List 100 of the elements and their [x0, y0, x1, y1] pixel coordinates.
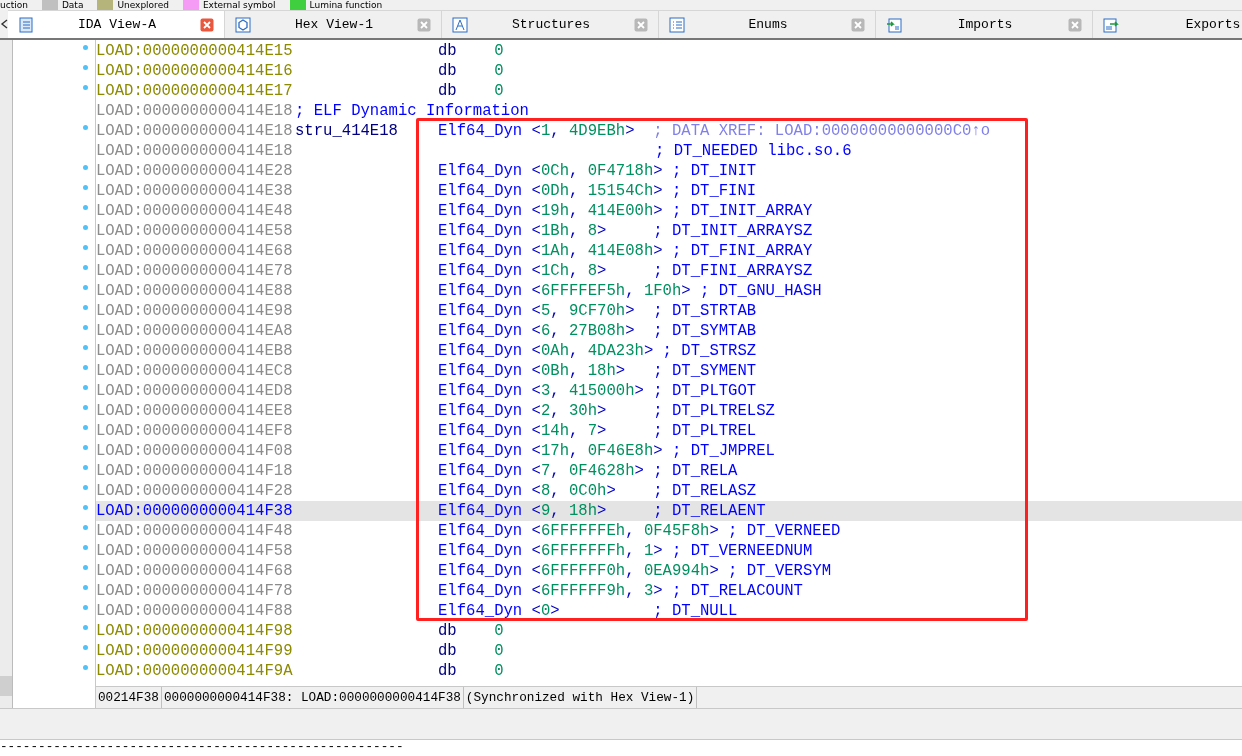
tab[interactable]: Enums	[659, 10, 876, 38]
tab[interactable]: Imports	[876, 10, 1093, 38]
operand: 0	[494, 82, 505, 100]
mnemonic: Elf64_Dyn	[438, 442, 523, 460]
address: LOAD:0000000000414F88	[96, 602, 294, 620]
comment: ; DT_SYMENT	[653, 362, 757, 380]
address: LOAD:0000000000414E28	[96, 162, 294, 180]
mnemonic: db	[438, 622, 458, 640]
comment: ; DT_JMPREL	[671, 442, 775, 460]
output-text: -----------------------------------------------------	[0, 740, 404, 754]
legend-label: uction	[0, 0, 28, 10]
operand: <3, 415000h>	[531, 382, 644, 400]
mnemonic: Elf64_Dyn	[438, 582, 523, 600]
import-icon	[886, 16, 902, 33]
mnemonic: db	[438, 642, 458, 660]
legend-label: External symbol	[202, 0, 276, 10]
operand: <0Ah, 4DA23h>	[531, 342, 654, 360]
address: LOAD:0000000000414F78	[96, 582, 294, 600]
legend-label: Data	[61, 0, 84, 10]
address: LOAD:0000000000414F58	[96, 542, 294, 560]
close-icon[interactable]	[417, 17, 431, 32]
close-icon[interactable]	[851, 17, 865, 32]
address: LOAD:0000000000414EC8	[96, 362, 294, 380]
operand: <6FFFFFF0h, 0EA994h>	[531, 562, 719, 580]
address: LOAD:0000000000414EA8	[96, 322, 294, 340]
letter-a-icon	[452, 16, 468, 33]
chevron-icon[interactable]	[0, 18, 8, 30]
mnemonic: Elf64_Dyn	[438, 462, 523, 480]
address: LOAD:0000000000414EF8	[96, 422, 294, 440]
close-icon[interactable]	[200, 17, 214, 32]
operand: <0Ch, 0F4718h>	[531, 162, 663, 180]
close-icon[interactable]	[1068, 17, 1082, 32]
address: LOAD:0000000000414E88	[96, 282, 294, 300]
operand: 0	[494, 42, 505, 60]
operand: <14h, 7>	[531, 422, 608, 440]
mnemonic: Elf64_Dyn	[438, 542, 523, 560]
close-icon[interactable]	[634, 17, 648, 32]
operand: <8, 0C0h>	[531, 482, 617, 500]
tab[interactable]: IDA View-A	[8, 10, 225, 38]
mnemonic: db	[438, 662, 458, 680]
mnemonic: Elf64_Dyn	[438, 482, 523, 500]
tab[interactable]: Hex View-1	[225, 10, 442, 38]
comment: ; DT_FINI	[671, 182, 757, 200]
operand: 0	[494, 622, 505, 640]
hexagon-icon	[235, 16, 251, 33]
operand: <1Ch, 8>	[531, 262, 608, 280]
export-icon	[1103, 16, 1119, 33]
address: LOAD:0000000000414E18	[96, 102, 294, 120]
address: LOAD:0000000000414E38	[96, 182, 294, 200]
comment: ; DT_VERSYM	[728, 562, 832, 580]
comment: ; DT_PLTGOT	[653, 382, 757, 400]
mnemonic: Elf64_Dyn	[438, 382, 523, 400]
address: LOAD:0000000000414E17	[96, 82, 294, 100]
operand: <1, 4D9EBh>	[531, 122, 636, 140]
mnemonic: Elf64_Dyn	[438, 202, 523, 220]
comment: ; DT_NEEDED libc.so.6	[655, 142, 852, 160]
operand: <0Dh, 15154Ch>	[531, 182, 663, 200]
address: LOAD:0000000000414F08	[96, 442, 294, 460]
address: LOAD:0000000000414F18	[96, 462, 294, 480]
mnemonic: Elf64_Dyn	[438, 342, 523, 360]
label: stru_414E18	[295, 122, 399, 140]
operand: <0>	[531, 602, 561, 620]
comment: ; DT_PLTREL	[653, 422, 757, 440]
mnemonic: Elf64_Dyn	[438, 422, 523, 440]
scrollbar-thumb[interactable]	[0, 676, 12, 696]
operand: 0	[494, 642, 505, 660]
address: LOAD:0000000000414ED8	[96, 382, 294, 400]
tab[interactable]: Structures	[442, 10, 659, 38]
splitter-bar[interactable]	[0, 708, 1242, 740]
address: LOAD:0000000000414E18	[96, 122, 294, 140]
address: LOAD:0000000000414E78	[96, 262, 294, 280]
mnemonic: Elf64_Dyn	[438, 222, 523, 240]
comment: ; DT_PLTRELSZ	[653, 402, 775, 420]
mnemonic: db	[438, 82, 458, 100]
comment: ; DT_GNU_HASH	[700, 282, 822, 300]
operand: <19h, 414E00h>	[531, 202, 663, 220]
mnemonic: Elf64_Dyn	[438, 322, 523, 340]
operand: <6FFFFFFEh, 0F45F8h>	[531, 522, 719, 540]
address: LOAD:0000000000414E48	[96, 202, 294, 220]
comment: ; DATA XREF: LOAD:00000000000000C0↑o	[653, 122, 991, 140]
mnemonic: Elf64_Dyn	[438, 602, 523, 620]
comment: ; DT_RELA	[653, 462, 738, 480]
list-icon	[669, 16, 685, 33]
mnemonic: Elf64_Dyn	[438, 162, 523, 180]
address: LOAD:0000000000414F38	[96, 502, 294, 520]
address: LOAD:0000000000414EE8	[96, 402, 294, 420]
address: LOAD:0000000000414E68	[96, 242, 294, 260]
legend-label: Unexplored	[117, 0, 169, 10]
address: LOAD:0000000000414E98	[96, 302, 294, 320]
comment: ; DT_INIT_ARRAYSZ	[653, 222, 813, 240]
operand: <0Bh, 18h>	[531, 362, 627, 380]
operand: <6FFFFFF9h, 3>	[531, 582, 663, 600]
operand: <17h, 0F46E8h>	[531, 442, 663, 460]
mnemonic: Elf64_Dyn	[438, 402, 523, 420]
address: LOAD:0000000000414EB8	[96, 342, 294, 360]
address: LOAD:0000000000414F98	[96, 622, 294, 640]
mnemonic: Elf64_Dyn	[438, 362, 523, 380]
legend-label: Lumina function	[309, 0, 383, 10]
comment: ; DT_VERNEED	[728, 522, 841, 540]
address: LOAD:0000000000414E58	[96, 222, 294, 240]
